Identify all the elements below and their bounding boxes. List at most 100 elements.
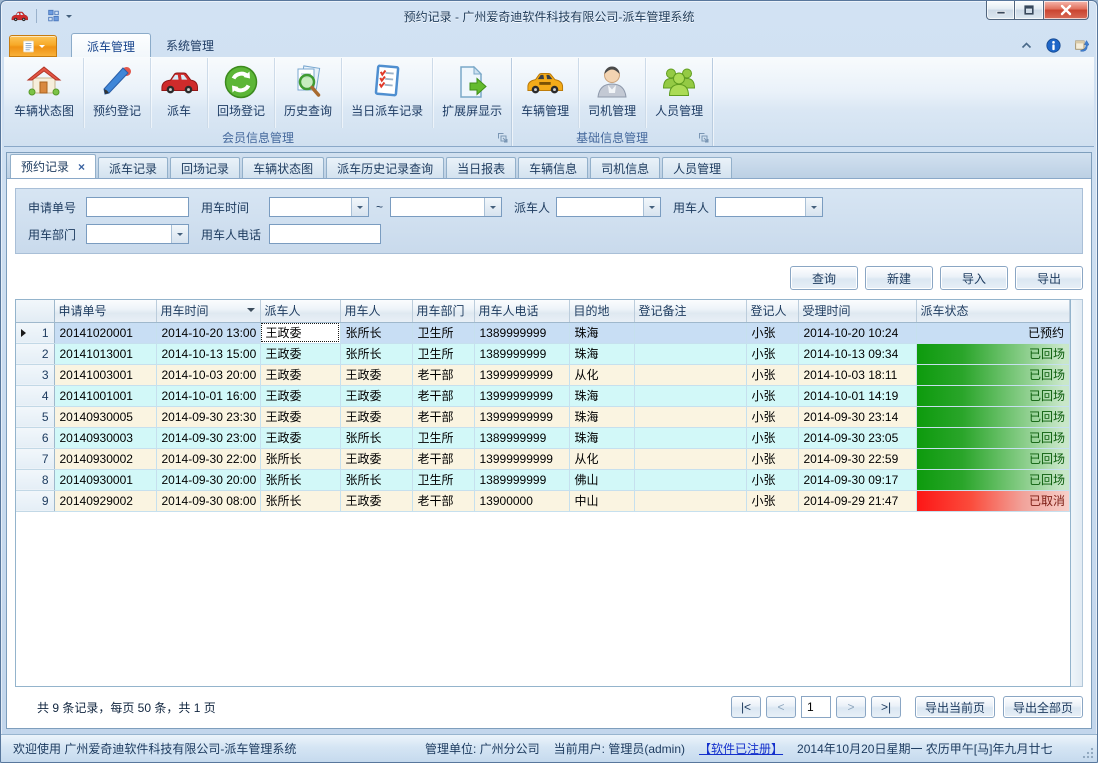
grid-cell[interactable]: 张所长 (340, 427, 412, 448)
collapse-ribbon-icon[interactable] (1020, 41, 1033, 50)
grid-cell[interactable]: 小张 (746, 469, 798, 490)
grid-cell[interactable]: 小张 (746, 343, 798, 364)
grid-cell[interactable] (634, 322, 746, 343)
page-input[interactable] (801, 696, 831, 718)
grid-cell[interactable]: 已回场 (916, 385, 1070, 406)
grid-cell[interactable]: 2014-10-20 13:00 (156, 322, 260, 343)
row-indicator[interactable]: 5 (16, 406, 54, 427)
grid-cell[interactable]: 20140930001 (54, 469, 156, 490)
export-all-pages-button[interactable]: 导出全部页 (1003, 696, 1083, 718)
column-header-申请单号[interactable]: 申请单号 (54, 300, 156, 322)
grid-cell[interactable]: 王政委 (340, 385, 412, 406)
query-button[interactable]: 查询 (790, 266, 858, 290)
dialog-launcher-icon[interactable] (698, 132, 709, 143)
ribbon-button-extended-screen[interactable]: 扩展屏显示 (433, 58, 511, 128)
row-indicator[interactable]: 3 (16, 364, 54, 385)
grid-cell[interactable]: 珠海 (569, 406, 634, 427)
grid-cell[interactable]: 2014-09-30 20:00 (156, 469, 260, 490)
grid-cell[interactable]: 2014-10-13 09:34 (798, 343, 916, 364)
grid-cell[interactable] (634, 364, 746, 385)
grid-cell[interactable]: 已预约 (916, 322, 1070, 343)
first-page-button[interactable]: |< (731, 696, 761, 718)
import-button[interactable]: 导入 (940, 266, 1008, 290)
filter-dispatcher-dropdown[interactable] (556, 197, 661, 217)
doc-tab-dispatch-history-query[interactable]: 派车历史记录查询 (326, 157, 444, 178)
grid-cell[interactable]: 2014-10-03 20:00 (156, 364, 260, 385)
grid-cell[interactable]: 20141013001 (54, 343, 156, 364)
grid-cell[interactable]: 20141003001 (54, 364, 156, 385)
grid-cell[interactable]: 小张 (746, 385, 798, 406)
row-indicator[interactable]: 9 (16, 490, 54, 511)
grid-cell[interactable]: 小张 (746, 427, 798, 448)
ribbon-button-vehicle-manage[interactable]: 车辆管理 (512, 58, 579, 128)
grid-cell[interactable]: 小张 (746, 322, 798, 343)
grid-cell[interactable]: 张所长 (260, 469, 340, 490)
grid-cell[interactable]: 小张 (746, 406, 798, 427)
resize-grip[interactable] (1082, 747, 1094, 759)
grid-cell[interactable]: 老干部 (412, 406, 474, 427)
grid-cell[interactable]: 2014-09-30 23:14 (798, 406, 916, 427)
grid-cell[interactable]: 13900000 (474, 490, 569, 511)
column-header-用车时间[interactable]: 用车时间 (156, 300, 260, 322)
grid-cell[interactable]: 13999999999 (474, 385, 569, 406)
grid-cell[interactable] (634, 343, 746, 364)
grid-cell[interactable]: 2014-09-30 09:17 (798, 469, 916, 490)
grid-cell[interactable] (634, 490, 746, 511)
doc-tab-return-records[interactable]: 回场记录 (170, 157, 240, 178)
doc-tab-dispatch-records[interactable]: 派车记录 (98, 157, 168, 178)
grid-cell[interactable]: 卫生所 (412, 427, 474, 448)
grid-cell[interactable]: 老干部 (412, 490, 474, 511)
vertical-scrollbar[interactable] (1071, 299, 1083, 687)
ribbon-button-vehicle-status-map[interactable]: 车辆状态图 (5, 58, 84, 128)
grid-cell[interactable]: 1389999999 (474, 469, 569, 490)
grid-cell[interactable]: 2014-10-13 15:00 (156, 343, 260, 364)
grid-cell[interactable]: 2014-09-30 23:30 (156, 406, 260, 427)
grid-cell[interactable]: 中山 (569, 490, 634, 511)
column-header-用车人[interactable]: 用车人 (340, 300, 412, 322)
last-page-button[interactable]: >| (871, 696, 901, 718)
grid-cell[interactable]: 王政委 (260, 406, 340, 427)
filter-car-user-dropdown[interactable] (715, 197, 823, 217)
next-page-button[interactable]: > (836, 696, 866, 718)
grid-cell[interactable] (634, 469, 746, 490)
grid-cell[interactable]: 2014-09-30 23:05 (798, 427, 916, 448)
grid-cell[interactable]: 张所长 (260, 448, 340, 469)
grid-cell[interactable]: 王政委 (260, 385, 340, 406)
grid-cell[interactable]: 小张 (746, 364, 798, 385)
ribbon-button-dispatch[interactable]: 派车 (151, 58, 208, 128)
grid-cell[interactable]: 20140930005 (54, 406, 156, 427)
grid-cell[interactable]: 2014-09-30 22:59 (798, 448, 916, 469)
grid-cell[interactable]: 王政委 (340, 448, 412, 469)
grid-cell[interactable]: 王政委 (260, 343, 340, 364)
grid-cell[interactable]: 已回场 (916, 469, 1070, 490)
prev-page-button[interactable]: < (766, 696, 796, 718)
ribbon-button-history-query[interactable]: 历史查询 (275, 58, 342, 128)
grid-cell[interactable]: 小张 (746, 448, 798, 469)
grid-cell[interactable]: 老干部 (412, 364, 474, 385)
grid-cell[interactable] (634, 406, 746, 427)
grid-cell[interactable]: 老干部 (412, 385, 474, 406)
grid-cell[interactable]: 王政委 (260, 322, 340, 343)
grid-cell[interactable]: 张所长 (340, 343, 412, 364)
quick-access-grid-icon[interactable] (45, 9, 62, 23)
doc-tab-daily-report[interactable]: 当日报表 (446, 157, 516, 178)
row-indicator[interactable]: 4 (16, 385, 54, 406)
grid-cell[interactable]: 珠海 (569, 343, 634, 364)
doc-tab-vehicle-info[interactable]: 车辆信息 (518, 157, 588, 178)
grid-cell[interactable]: 已取消 (916, 490, 1070, 511)
grid-cell[interactable]: 2014-09-29 21:47 (798, 490, 916, 511)
ribbon-tab-system-manage[interactable]: 系统管理 (151, 33, 229, 57)
grid-cell[interactable]: 2014-10-01 14:19 (798, 385, 916, 406)
grid-cell[interactable]: 王政委 (340, 364, 412, 385)
grid-cell[interactable]: 2014-09-30 22:00 (156, 448, 260, 469)
grid-cell[interactable]: 13999999999 (474, 406, 569, 427)
ribbon-button-reservation-register[interactable]: 预约登记 (84, 58, 151, 128)
column-header-派车人[interactable]: 派车人 (260, 300, 340, 322)
quick-access-dropdown-icon[interactable] (66, 15, 72, 21)
grid-cell[interactable] (634, 385, 746, 406)
switch-window-icon[interactable] (1074, 38, 1089, 53)
grid-cell[interactable]: 已回场 (916, 364, 1070, 385)
grid-cell[interactable]: 2014-10-03 18:11 (798, 364, 916, 385)
column-header-用车部门[interactable]: 用车部门 (412, 300, 474, 322)
grid-cell[interactable]: 张所长 (260, 490, 340, 511)
